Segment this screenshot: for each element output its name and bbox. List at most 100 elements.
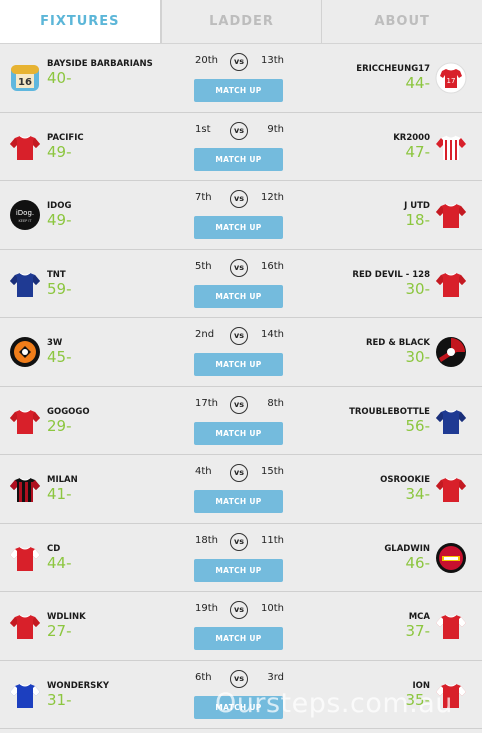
home-team-name: WONDERSKY: [47, 680, 109, 691]
away-team: KR2000 47-: [310, 133, 430, 161]
vs-icon: vs: [230, 121, 248, 140]
home-team-score: 44-: [47, 553, 72, 572]
home-jersey-icon: [9, 542, 41, 574]
match-up-button[interactable]: MATCH UP: [194, 79, 283, 102]
away-rank: 10th: [261, 603, 284, 614]
fixtures-list: 16 BAYSIDE BARBARIANS 40- 20th vs 13th M…: [0, 44, 482, 729]
away-team-name: KR2000: [393, 132, 430, 143]
tab-bar: FIXTURES LADDER ABOUT: [0, 0, 482, 44]
away-jersey-icon: [435, 268, 467, 300]
fixture-row: CD 44- 18th vs 11th MATCH UP GLADWIN 46-: [0, 524, 482, 592]
away-team-score: 47-: [405, 142, 431, 161]
away-team-name: J UTD: [404, 201, 430, 211]
rank-comparison: 2nd vs 14th: [183, 327, 295, 345]
home-team-score: 41-: [47, 485, 72, 503]
home-jersey-icon: [9, 679, 41, 711]
vs-icon: vs: [230, 464, 248, 482]
fixture-row: WONDERSKY 31- 6th vs 3rd MATCH UP ION 35…: [0, 661, 482, 729]
home-team-name: GOGOGO: [47, 406, 90, 417]
away-rank: 9th: [267, 123, 284, 135]
home-team-score: 31-: [47, 690, 72, 709]
match-up-button[interactable]: MATCH UP: [194, 353, 283, 376]
away-rank: 13th: [261, 55, 284, 66]
fixture-row: MILAN 41- 4th vs 15th MATCH UP OSROOKIE …: [0, 455, 482, 524]
away-team-score: 34-: [405, 485, 431, 503]
home-team: PACIFIC 49-: [47, 133, 157, 161]
home-team: WONDERSKY 31-: [47, 681, 157, 709]
away-team-name: GLADWIN: [384, 543, 430, 554]
home-rank: 4th: [195, 466, 212, 477]
rank-comparison: 18th vs 11th: [183, 532, 295, 551]
away-team-score: 30-: [405, 279, 431, 298]
home-team: 3W 45-: [47, 338, 157, 366]
rank-comparison: 1st vs 9th: [183, 121, 295, 140]
tab-fixtures[interactable]: FIXTURES: [0, 0, 161, 43]
match-up-button[interactable]: MATCH UP: [194, 490, 283, 513]
fixture-row: PACIFIC 49- 1st vs 9th MATCH UP KR2000 4…: [0, 113, 482, 181]
home-rank: 1st: [195, 123, 211, 135]
home-team: MILAN 41-: [47, 475, 157, 503]
rank-comparison: 20th vs 13th: [183, 53, 295, 71]
home-jersey-icon: [9, 131, 41, 163]
away-team-name: ION: [412, 680, 430, 691]
home-team-score: 40-: [47, 69, 72, 87]
home-team: GOGOGO 29-: [47, 407, 157, 435]
fixture-row: TNT 59- 5th vs 16th MATCH UP RED DEVIL -…: [0, 250, 482, 318]
home-team: WDLINK 27-: [47, 612, 157, 640]
away-rank: 16th: [261, 260, 284, 272]
away-jersey-icon: [435, 336, 467, 368]
vs-icon: vs: [230, 669, 248, 688]
vs-icon: vs: [230, 53, 248, 71]
fixture-row: iDog. KEEP IT IDOG 49- 7th vs 12th MATCH …: [0, 181, 482, 250]
tab-about[interactable]: ABOUT: [321, 0, 482, 43]
away-jersey-icon: [435, 473, 467, 505]
home-jersey-icon: [9, 405, 41, 437]
home-jersey-icon: [9, 268, 41, 300]
home-team-name: PACIFIC: [47, 132, 84, 143]
match-up-button[interactable]: MATCH UP: [194, 695, 283, 719]
away-jersey-icon: [435, 405, 467, 437]
rank-comparison: 6th vs 3rd: [183, 669, 295, 688]
rank-comparison: 7th vs 12th: [183, 190, 295, 208]
away-rank: 3rd: [267, 671, 284, 683]
home-team: TNT 59-: [47, 270, 157, 298]
home-team: CD 44-: [47, 544, 157, 572]
vs-icon: vs: [230, 258, 248, 277]
home-team: BAYSIDE BARBARIANS 40-: [47, 59, 157, 87]
home-jersey-icon: [9, 610, 41, 642]
home-rank: 18th: [195, 534, 218, 546]
home-team-score: 49-: [47, 142, 72, 161]
tab-ladder[interactable]: LADDER: [160, 0, 322, 43]
fixture-row: GOGOGO 29- 17th vs 8th MATCH UP TROUBLEB…: [0, 387, 482, 455]
svg-text:17: 17: [447, 77, 456, 85]
match-up-button[interactable]: MATCH UP: [194, 147, 283, 171]
rank-comparison: 17th vs 8th: [183, 395, 295, 414]
vs-icon: vs: [230, 190, 248, 208]
home-team-score: 49-: [47, 211, 72, 229]
vs-icon: vs: [230, 327, 248, 345]
home-team-score: 59-: [47, 279, 72, 298]
vs-icon: vs: [230, 532, 248, 551]
home-team-score: 45-: [47, 348, 72, 366]
match-up-button[interactable]: MATCH UP: [194, 558, 283, 582]
home-team-name: CD: [47, 543, 61, 554]
away-jersey-icon: [435, 542, 467, 574]
away-team-score: 44-: [405, 74, 431, 92]
away-team-score: 18-: [405, 211, 431, 229]
match-up-button[interactable]: MATCH UP: [194, 216, 283, 239]
home-rank: 6th: [195, 671, 212, 683]
svg-text:KEEP IT: KEEP IT: [18, 219, 32, 223]
match-up-button[interactable]: MATCH UP: [194, 284, 283, 308]
match-up-button[interactable]: MATCH UP: [194, 421, 283, 445]
away-team-name: TROUBLEBOTTLE: [349, 406, 430, 417]
away-jersey-icon: [435, 199, 467, 231]
away-team-name: ERICCHEUNG17: [356, 64, 430, 74]
away-team: ION 35-: [310, 680, 431, 709]
home-rank: 20th: [195, 55, 218, 66]
match-up-button[interactable]: MATCH UP: [194, 627, 283, 650]
fixture-row: 3W 45- 2nd vs 14th MATCH UP RED & BLACK …: [0, 318, 482, 387]
home-team-name: BAYSIDE BARBARIANS: [47, 59, 153, 69]
home-team-score: 29-: [47, 416, 72, 435]
away-team: RED DEVIL - 128 30-: [310, 270, 430, 298]
home-rank: 19th: [195, 603, 218, 614]
